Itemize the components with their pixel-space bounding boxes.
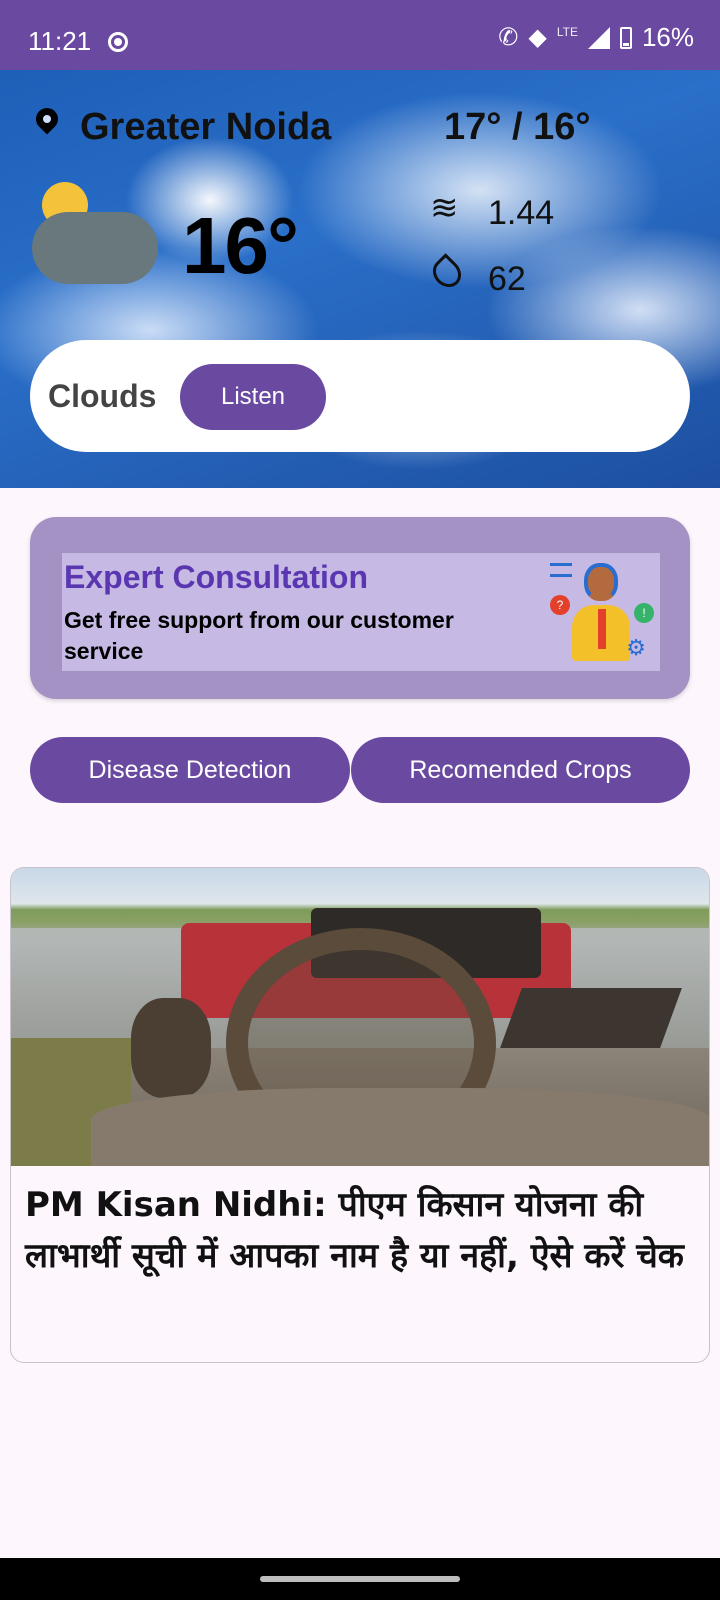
expert-subtitle: Get free support from our customer servi… — [64, 607, 454, 664]
gear-icon: ⚙ — [626, 635, 646, 660]
wind-speed: 1.44 — [488, 194, 555, 232]
battery-percent: 16% — [641, 22, 694, 52]
temperature-high-low: 17° / 16° — [444, 106, 591, 148]
expert-consultation-card[interactable]: Expert Consultation Get free support fro… — [30, 517, 690, 699]
disease-detection-button[interactable]: Disease Detection — [30, 737, 350, 803]
location-name: Greater Noida — [80, 106, 332, 148]
status-icons: ✆ ◆ LTE 16% — [498, 22, 694, 53]
news-image — [11, 868, 709, 1166]
agent-tie — [598, 609, 606, 649]
status-bar: 11:21 ✆ ◆ LTE 16% — [0, 0, 720, 70]
mud-ground — [91, 1088, 709, 1166]
humidity-drop-icon — [427, 253, 467, 293]
partly-cloudy-night-icon — [32, 182, 162, 284]
status-time: 11:21 — [28, 26, 92, 56]
home-gesture-handle[interactable] — [260, 1576, 460, 1582]
chat-lines-icon — [550, 563, 572, 577]
news-card[interactable]: PM Kisan Nidhi: पीएम किसान योजना की लाभा… — [10, 867, 710, 1363]
question-bubble-icon: ? — [550, 595, 570, 615]
listen-button[interactable]: Listen — [180, 364, 326, 430]
humidity-value: 62 — [488, 260, 526, 298]
recommended-crops-button[interactable]: Recomended Crops — [351, 737, 690, 803]
weather-panel: Greater Noida 17° / 16° 16° ≋ 1.44 62 Cl… — [0, 70, 720, 488]
agent-head — [584, 563, 618, 601]
network-type: LTE — [556, 24, 578, 39]
cloud-icon — [32, 212, 158, 284]
expert-consultation-banner[interactable]: Expert Consultation Get free support fro… — [62, 553, 660, 671]
system-nav-bar — [0, 1558, 720, 1600]
battery-icon — [619, 26, 632, 49]
tractor-front-wheel — [131, 998, 211, 1098]
condition-card: Clouds Listen — [30, 340, 690, 452]
screen-record-icon — [108, 32, 128, 52]
expert-title: Expert Consultation — [64, 559, 369, 595]
current-temperature: 16° — [182, 201, 299, 290]
tractor-harrow — [500, 988, 682, 1048]
customer-support-agent-icon: ? ! ⚙ — [546, 557, 656, 667]
news-headline[interactable]: PM Kisan Nidhi: पीएम किसान योजना की लाभा… — [25, 1180, 695, 1282]
signal-icon — [587, 26, 610, 49]
weather-condition: Clouds — [48, 378, 157, 414]
location-pin-icon — [31, 103, 63, 135]
wind-icon: ≋ — [430, 189, 459, 227]
wifi-call-icon: ✆ — [498, 24, 519, 51]
info-bubble-icon: ! — [634, 603, 654, 623]
wifi-icon: ◆ — [528, 24, 547, 51]
